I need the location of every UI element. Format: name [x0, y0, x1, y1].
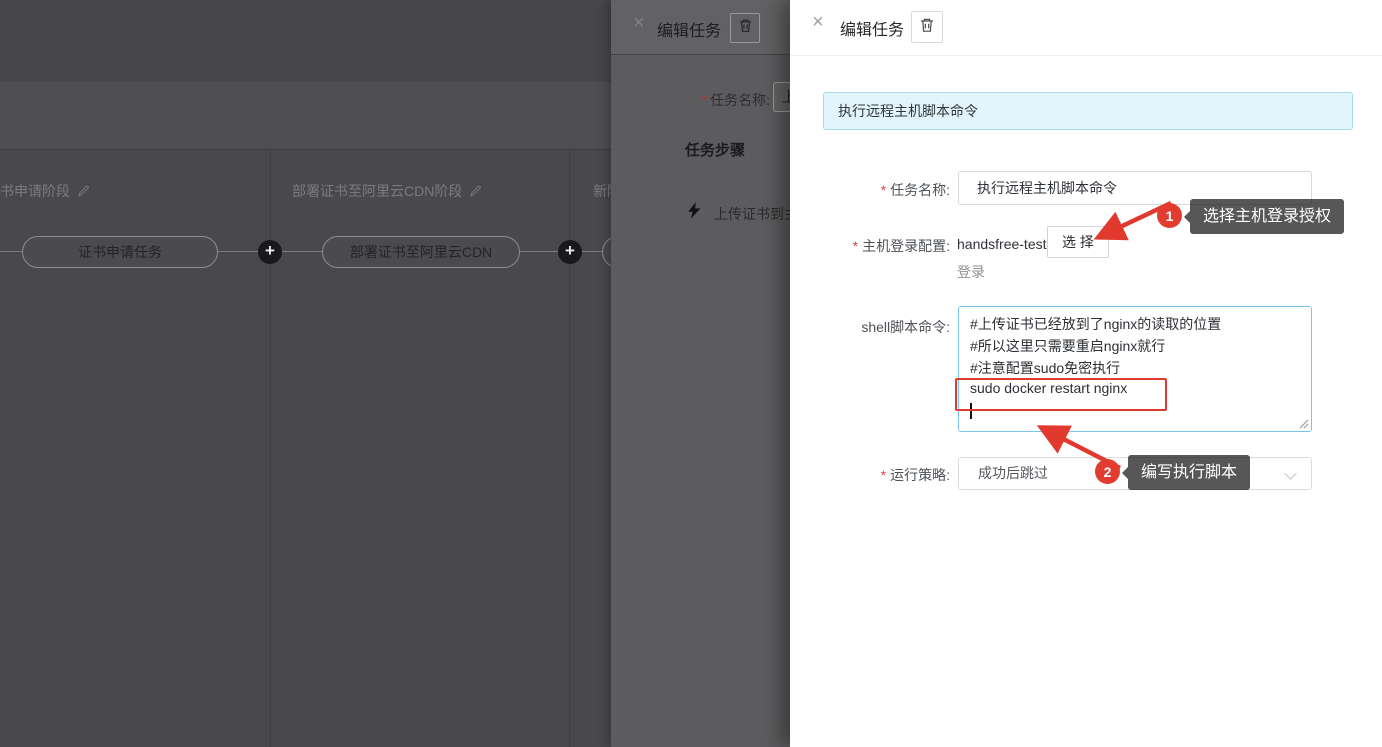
delete-task-button[interactable] — [911, 11, 943, 43]
add-task-button: + — [258, 240, 282, 264]
annotation-step-2-badge: 2 — [1095, 459, 1120, 484]
host-login-value: handsfree-test — [957, 236, 1047, 252]
close-icon[interactable]: × — [633, 13, 645, 33]
task-connector-line — [520, 251, 558, 252]
required-mark: * — [881, 182, 886, 198]
host-login-value-line2: 登录 — [957, 262, 985, 282]
edit-task-drawer: × 编辑任务 执行远程主机脚本命令 *任务名称: 执行远程主机脚本命令 *主机登… — [790, 0, 1382, 747]
shell-script-textarea[interactable]: #上传证书已经放到了nginx的读取的位置 #所以这里只需要重启nginx就行 … — [958, 306, 1312, 432]
trash-icon — [919, 17, 935, 38]
task-connector-line — [282, 251, 322, 252]
task-type-alert: 执行远程主机脚本命令 — [823, 92, 1353, 130]
choose-host-button[interactable]: 选 择 — [1047, 226, 1109, 258]
required-mark: * — [853, 238, 858, 254]
annotation-tooltip-2: 编写执行脚本 — [1128, 455, 1250, 490]
resize-handle-icon[interactable] — [1299, 419, 1309, 429]
required-mark: * — [702, 92, 707, 108]
task-name-label: *任务名称: — [611, 90, 770, 110]
pencil-icon — [77, 185, 90, 198]
shell-script-label: shell脚本命令: — [810, 317, 950, 337]
run-strategy-value: 成功后跳过 — [978, 458, 1048, 489]
shell-line: #注意配置sudo免密执行 — [970, 358, 1300, 380]
edit-task-drawer-behind: × 编辑任务 *任务名称: 上传证书到主机 任务步骤 上传证书到主机 — [611, 0, 790, 747]
lightning-icon — [688, 202, 701, 219]
app-root: 证书申请阶段 部署证书至阿里云CDN阶段 新阶段 证书申请任务 部署证书至阿里云… — [0, 0, 1382, 747]
task-connector-line — [218, 251, 258, 252]
task-steps-heading: 任务步骤 — [685, 139, 745, 160]
drawer-title: 编辑任务 — [840, 16, 904, 40]
task-pill-cert-request: 证书申请任务 — [22, 236, 218, 268]
task-name-label: *任务名称: — [810, 180, 950, 200]
task-connector-line — [582, 251, 602, 252]
stage-title-text: 部署证书至阿里云CDN阶段 — [292, 181, 462, 201]
drawer-title: 编辑任务 — [657, 17, 721, 41]
close-icon[interactable]: × — [812, 12, 824, 32]
task-connector-line — [0, 251, 22, 252]
task-step-item[interactable]: 上传证书到主机 — [714, 204, 790, 224]
pencil-icon — [469, 185, 482, 198]
shell-line: #上传证书已经放到了nginx的读取的位置 — [970, 314, 1300, 336]
annotation-tooltip-1: 选择主机登录授权 — [1190, 199, 1344, 234]
required-mark: * — [881, 467, 886, 483]
stage-title-1: 证书申请阶段 — [0, 181, 90, 201]
stage-title-text: 证书申请阶段 — [0, 181, 70, 201]
host-login-label: *主机登录配置: — [810, 236, 950, 256]
header-divider — [790, 55, 1382, 56]
delete-task-button[interactable] — [730, 13, 760, 43]
shell-line: #所以这里只需要重启nginx就行 — [970, 336, 1300, 358]
trash-icon — [738, 18, 753, 38]
annotation-highlight-box — [955, 378, 1167, 411]
task-pill-deploy-cdn: 部署证书至阿里云CDN — [322, 236, 520, 268]
run-strategy-label: *运行策略: — [810, 465, 950, 485]
chevron-down-icon — [1284, 467, 1297, 480]
stage-title-2: 部署证书至阿里云CDN阶段 — [292, 181, 482, 201]
task-name-input[interactable]: 上传证书到主机 — [773, 82, 790, 112]
annotation-step-1-badge: 1 — [1157, 203, 1182, 228]
add-task-button: + — [558, 240, 582, 264]
